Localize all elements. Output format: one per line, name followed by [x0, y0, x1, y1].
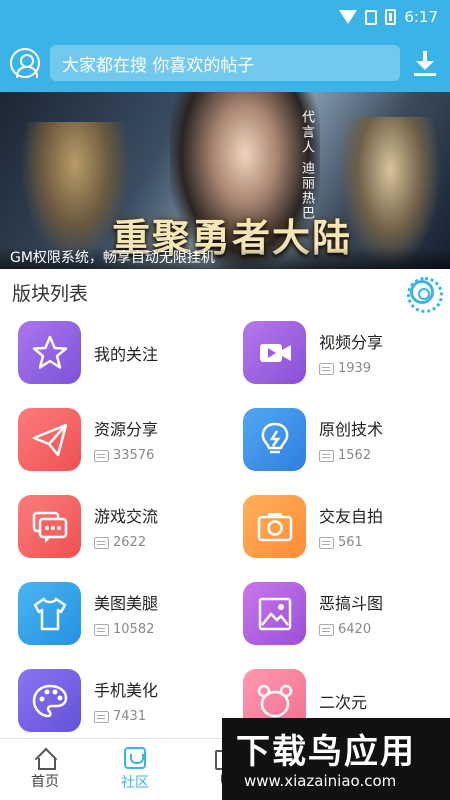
user-avatar-icon[interactable] — [10, 48, 40, 78]
no-sim-icon — [365, 9, 378, 25]
board-name: 二次元 — [319, 692, 368, 712]
banner-side-text: 代言人 迪丽热巴 — [299, 110, 314, 222]
board-item[interactable]: 恶搞斗图 6420 — [225, 582, 450, 645]
board-item[interactable]: 交友自拍 561 — [225, 495, 450, 558]
comment-icon — [319, 362, 334, 375]
star-icon — [18, 321, 81, 384]
search-bar[interactable]: 大家都在搜 你喜欢的帖子 — [50, 45, 400, 81]
status-bar: 6:17 — [0, 0, 450, 34]
status-time: 6:17 — [404, 8, 438, 26]
tshirt-icon — [18, 582, 81, 645]
board-post-count: 1939 — [319, 361, 383, 376]
board-item[interactable]: 我的关注 — [0, 321, 225, 384]
comment-icon — [94, 710, 109, 723]
board-item[interactable]: 资源分享 33576 — [0, 408, 225, 471]
board-post-count: 1562 — [319, 448, 383, 463]
board-post-count: 10582 — [94, 622, 158, 637]
watermark-url: www.xiazainiao.com — [244, 772, 397, 790]
board-item[interactable]: 原创技术 1562 — [225, 408, 450, 471]
battery-icon — [385, 9, 397, 25]
board-item[interactable]: 视频分享 1939 — [225, 321, 450, 384]
wifi-icon — [339, 10, 358, 24]
section-title: 版块列表 — [12, 282, 89, 305]
video-icon — [243, 321, 306, 384]
comment-icon — [94, 449, 109, 462]
board-name: 交友自拍 — [319, 507, 384, 526]
banner-caption: GM权限系统，畅享自动无限挂机 — [0, 247, 450, 269]
search-placeholder: 大家都在搜 你喜欢的帖子 — [62, 55, 255, 76]
board-post-count: 2622 — [94, 535, 158, 550]
board-name: 美图美腿 — [94, 594, 159, 613]
community-icon — [124, 747, 146, 769]
board-item[interactable]: 美图美腿 10582 — [0, 582, 225, 645]
board-post-count: 33576 — [94, 448, 158, 463]
camera-icon — [243, 495, 306, 558]
comment-icon — [94, 536, 109, 549]
board-post-count: 6420 — [319, 622, 383, 637]
chat-icon — [18, 495, 81, 558]
comment-icon — [319, 536, 334, 549]
board-item[interactable]: 游戏交流 2622 — [0, 495, 225, 558]
nav-community[interactable]: 社区 — [90, 739, 180, 800]
banner-knight-right — [340, 117, 440, 267]
board-item[interactable]: 手机美化 7431 — [0, 669, 225, 732]
board-name: 游戏交流 — [94, 507, 159, 526]
image-icon — [243, 582, 306, 645]
home-icon — [34, 748, 56, 770]
comment-icon — [319, 623, 334, 636]
board-name: 恶搞斗图 — [319, 594, 384, 613]
nav-home[interactable]: 首页 — [0, 739, 90, 800]
nav-community-label: 社区 — [121, 775, 149, 791]
download-icon[interactable] — [410, 48, 440, 78]
board-post-count: 7431 — [94, 709, 158, 724]
board-name: 视频分享 — [319, 333, 384, 352]
app-screen: 6:17 大家都在搜 你喜欢的帖子 代言人 迪丽热巴 重聚勇者大陆 GM权限系统… — [0, 0, 450, 800]
palette-icon — [18, 669, 81, 732]
promo-banner[interactable]: 代言人 迪丽热巴 重聚勇者大陆 GM权限系统，畅享自动无限挂机 — [0, 92, 450, 269]
comment-icon — [94, 623, 109, 636]
settings-gear-icon[interactable] — [407, 277, 443, 313]
watermark-title: 下载鸟应用 — [236, 732, 416, 772]
board-grid: 我的关注 视频分享 1939 资源分享 33576 原创技术 1562 游戏交流… — [0, 315, 450, 732]
paper-plane-icon — [18, 408, 81, 471]
section-header: 版块列表 — [0, 269, 450, 315]
board-name: 我的关注 — [94, 344, 159, 364]
comment-icon — [319, 449, 334, 462]
top-bar: 大家都在搜 你喜欢的帖子 — [0, 34, 450, 92]
nav-home-label: 首页 — [31, 774, 59, 790]
board-name: 手机美化 — [94, 681, 159, 700]
watermark-logo: 下载鸟应用 www.xiazainiao.com — [222, 718, 450, 800]
lightbulb-icon — [243, 408, 306, 471]
board-post-count: 561 — [319, 535, 383, 550]
board-name: 资源分享 — [94, 420, 159, 439]
board-name: 原创技术 — [319, 420, 384, 439]
